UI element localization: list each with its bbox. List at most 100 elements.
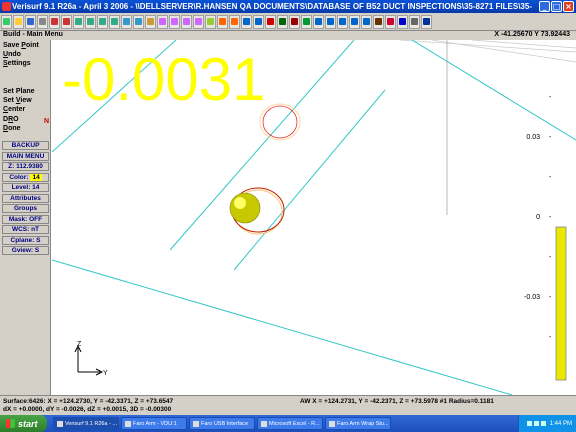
cplane-button[interactable]: Cplane: S <box>2 235 49 245</box>
tray-icon[interactable] <box>526 421 532 426</box>
taskbar-item-label: Faro Arm - VDU:1 <box>133 420 177 427</box>
app-icon <box>2 2 11 11</box>
sidebar-button-value: 14 <box>30 173 42 181</box>
settings-icon[interactable] <box>409 14 420 29</box>
plane-icon-glyph <box>315 18 322 25</box>
graphics-viewport[interactable]: -0.0031 - - 0.03 - - 0 - - -0.03 - Z Y <box>52 40 576 395</box>
sidebar-button-label: Cplane: S <box>10 236 41 244</box>
zoom-out-icon-glyph <box>99 18 106 25</box>
surface-edge <box>52 259 513 395</box>
taskbar: start Verisurf 9.1 R26a - ... Faro Arm - … <box>0 415 576 432</box>
zoom-in-icon-glyph <box>87 18 94 25</box>
delta-readout: dX = +0.0000, dY = -0.0026, dZ = +0.0015… <box>3 406 172 413</box>
wcs-button[interactable]: WCS: nT <box>2 225 49 234</box>
taskbar-item[interactable]: Faro USB Interface <box>189 417 255 430</box>
pan-icon-glyph <box>135 18 142 25</box>
mode-label: Build - Main Menu <box>3 31 63 38</box>
menu-item[interactable]: Set Plane <box>3 88 35 95</box>
zoom-out-icon[interactable] <box>97 14 108 29</box>
print-icon[interactable] <box>37 14 48 29</box>
groups-button[interactable]: Groups <box>2 204 49 213</box>
menu-item[interactable]: Done <box>3 125 21 132</box>
minimize-button[interactable]: _ <box>539 1 550 12</box>
view-side-icon-glyph <box>183 18 190 25</box>
rotate-icon[interactable] <box>145 14 156 29</box>
plane-icon[interactable] <box>313 14 324 29</box>
measure-line-icon[interactable] <box>229 14 240 29</box>
sum-icon[interactable] <box>397 14 408 29</box>
sidebar-button-label: Color: <box>9 173 29 181</box>
digitize-icon-glyph <box>279 18 286 25</box>
deviation-scale: - - 0.03 - - 0 - - -0.03 - <box>524 94 567 381</box>
sidebar-button-label: Gview: S <box>11 247 40 254</box>
tray-icon[interactable] <box>533 421 539 426</box>
inspect-icon[interactable] <box>289 14 300 29</box>
arc-icon[interactable] <box>241 14 252 29</box>
inspect-icon-glyph <box>291 18 298 25</box>
save-icon[interactable] <box>25 14 36 29</box>
z-depth-button[interactable]: Z: 112.9380 <box>2 162 49 171</box>
viewport-svg[interactable]: -0.0031 - - 0.03 - - 0 - - -0.03 - Z Y <box>52 40 576 395</box>
report-icon[interactable] <box>373 14 384 29</box>
shade-icon[interactable] <box>205 14 216 29</box>
deviation-bar <box>555 226 567 381</box>
maximize-button[interactable]: □ <box>551 1 562 12</box>
axis-z-label: Z <box>77 341 82 348</box>
menu-item[interactable]: Set View <box>3 97 32 104</box>
measure-point-icon[interactable] <box>217 14 228 29</box>
scale-label-bot: -0.03 <box>524 294 540 301</box>
mask-button[interactable]: Mask: OFF <box>2 214 49 224</box>
taskbar-item[interactable]: Faro Arm - VDU:1 <box>121 417 187 430</box>
circle-feature <box>262 105 298 139</box>
level-button[interactable]: Level: 14 <box>2 183 49 192</box>
menu-item[interactable]: Center <box>3 106 25 113</box>
close-button[interactable]: × <box>563 1 574 12</box>
zoom-in-icon[interactable] <box>85 14 96 29</box>
menu-item[interactable]: Undo <box>3 51 21 58</box>
sphere-icon[interactable] <box>349 14 360 29</box>
pan-icon[interactable] <box>133 14 144 29</box>
graph-icon[interactable] <box>385 14 396 29</box>
cylinder-icon[interactable] <box>337 14 348 29</box>
unzoom-icon[interactable] <box>109 14 120 29</box>
view-top-icon[interactable] <box>157 14 168 29</box>
undo-icon[interactable] <box>49 14 60 29</box>
ref-line <box>471 40 576 49</box>
menu-item-text: Set <box>3 97 16 104</box>
taskbar-item-label: Faro USB Interface <box>201 420 249 427</box>
scale-tick: - <box>549 254 552 261</box>
taskbar-item[interactable]: Microsoft Excel - R... <box>257 417 323 430</box>
new-file-icon[interactable] <box>1 14 12 29</box>
color-button[interactable]: Color: 14 <box>2 172 49 182</box>
zoom-window-icon[interactable] <box>73 14 84 29</box>
menu-item[interactable]: Settings <box>3 60 31 67</box>
tray-icon[interactable] <box>540 421 546 426</box>
scale-tick: - <box>549 334 552 341</box>
axis-triad <box>74 344 104 376</box>
digitize-icon[interactable] <box>277 14 288 29</box>
fit-icon[interactable] <box>121 14 132 29</box>
taskbar-item[interactable]: Verisurf 9.1 R26a - ... <box>53 417 119 430</box>
main-menu-button[interactable]: MAIN MENU <box>2 151 49 161</box>
align-icon[interactable] <box>301 14 312 29</box>
help-icon[interactable] <box>421 14 432 29</box>
attributes-button[interactable]: Attributes <box>2 193 49 203</box>
main-toolbar <box>0 13 576 31</box>
view-iso-icon[interactable] <box>193 14 204 29</box>
cone-icon[interactable] <box>325 14 336 29</box>
redo-icon[interactable] <box>61 14 72 29</box>
circle-icon[interactable] <box>253 14 264 29</box>
backup-button[interactable]: BACKUP <box>2 141 49 150</box>
gview-button[interactable]: Gview: S <box>2 246 49 255</box>
taskbar-item[interactable]: Faro Arm Wrap Stu... <box>325 417 391 430</box>
redo-icon-glyph <box>63 18 70 25</box>
probe-icon[interactable] <box>265 14 276 29</box>
start-button[interactable]: start <box>0 415 47 432</box>
menu-item[interactable]: Save Point <box>3 42 39 49</box>
open-file-icon[interactable] <box>13 14 24 29</box>
view-front-icon[interactable] <box>169 14 180 29</box>
slot-icon[interactable] <box>361 14 372 29</box>
view-side-icon[interactable] <box>181 14 192 29</box>
view-iso-icon-glyph <box>195 18 202 25</box>
menu-item[interactable]: DRO <box>3 116 19 123</box>
